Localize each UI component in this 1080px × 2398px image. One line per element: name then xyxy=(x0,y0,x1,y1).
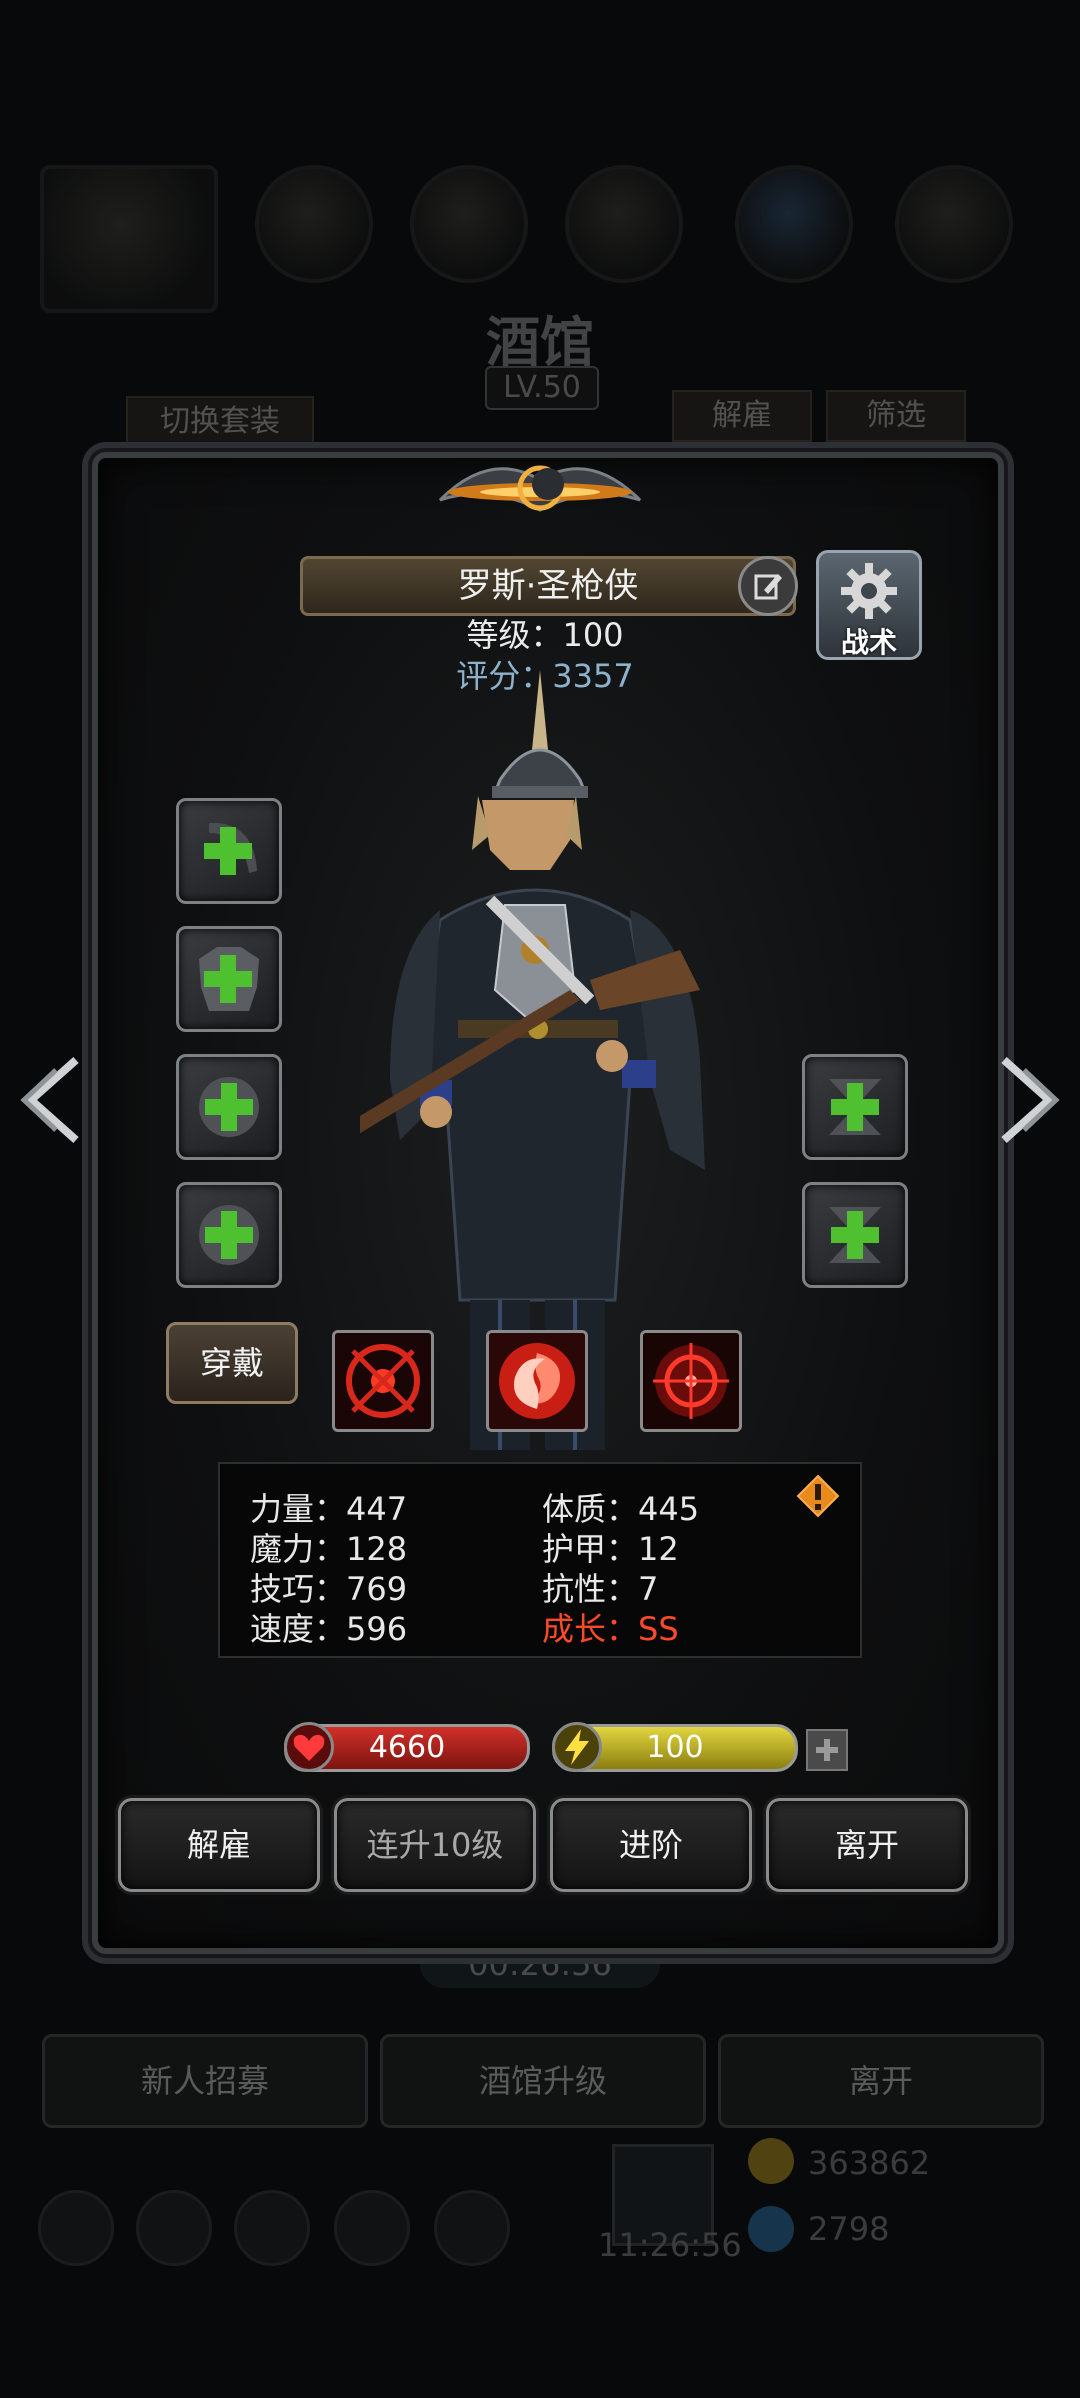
leave-button[interactable]: 离开 xyxy=(766,1798,968,1892)
menu-round-icon xyxy=(895,165,1013,283)
previous-hero-arrow-icon[interactable] xyxy=(16,1050,86,1150)
gold-coin-icon xyxy=(748,2138,794,2184)
gem-icon xyxy=(748,2206,794,2252)
heart-icon xyxy=(284,1722,334,1772)
skill-target-icon[interactable] xyxy=(640,1330,742,1432)
tactics-label: 战术 xyxy=(840,626,897,659)
menu-round-icon xyxy=(735,165,853,283)
tavern-upgrade-button: 酒馆升级 xyxy=(380,2034,706,2128)
skill-vortex-icon[interactable] xyxy=(486,1330,588,1432)
accessory-slot-1[interactable] xyxy=(176,1054,282,1160)
bottom-menu-icon xyxy=(234,2190,310,2266)
avatar-frame-icon xyxy=(40,165,218,313)
ring-silhouette-icon xyxy=(199,1205,259,1265)
bottom-menu-icon xyxy=(38,2190,114,2266)
tavern-level: LV.50 xyxy=(485,366,599,410)
ring-silhouette-icon xyxy=(199,1077,259,1137)
menu-round-icon xyxy=(255,165,373,283)
rune-slot-2[interactable] xyxy=(802,1182,908,1288)
skill-crosshair-icon[interactable] xyxy=(332,1330,434,1432)
bottom-menu-icon xyxy=(136,2190,212,2266)
info-warning-icon[interactable] xyxy=(796,1474,840,1518)
next-hero-arrow-icon[interactable] xyxy=(994,1050,1064,1150)
armor-slot[interactable] xyxy=(176,926,282,1032)
hourglass-plus-icon xyxy=(829,1079,881,1135)
hero-level: 等级：100 xyxy=(466,616,624,654)
accessory-slot-2[interactable] xyxy=(176,1182,282,1288)
armor-silhouette-icon xyxy=(199,947,259,1011)
add-energy-button[interactable] xyxy=(806,1729,848,1771)
weapon-slot[interactable] xyxy=(176,798,282,904)
stat-growth: 成长：SS xyxy=(542,1610,679,1648)
dismiss-tab-button: 解雇 xyxy=(672,390,812,442)
bottom-menu-icon xyxy=(334,2190,410,2266)
wear-equipment-button[interactable]: 穿戴 xyxy=(166,1322,298,1404)
weapon-silhouette-icon xyxy=(204,822,257,875)
edit-pencil-icon xyxy=(754,574,782,600)
lightning-icon xyxy=(552,1722,602,1772)
level-up-10-button[interactable]: 连升10级 xyxy=(334,1798,536,1892)
bottom-clock: 11:26:56 xyxy=(598,2226,742,2264)
tactics-button[interactable]: 战术 xyxy=(816,550,922,660)
panel-crest-ornament xyxy=(438,465,642,512)
menu-round-icon xyxy=(565,165,683,283)
menu-round-icon xyxy=(410,165,528,283)
dismiss-button[interactable]: 解雇 xyxy=(118,1798,320,1892)
gem-amount: 2798 xyxy=(808,2210,890,2248)
advance-button[interactable]: 进阶 xyxy=(550,1798,752,1892)
gold-amount: 363862 xyxy=(808,2144,931,2182)
stat-speed: 速度：596 xyxy=(250,1610,408,1648)
rune-slot-1[interactable] xyxy=(802,1054,908,1160)
hourglass-plus-icon xyxy=(829,1207,881,1263)
stats-panel: 力量：447 体质：445 魔力：128 护甲：12 技巧：769 抗性：7 速… xyxy=(218,1462,862,1658)
gear-icon xyxy=(841,563,897,619)
hero-name: 罗斯·圣枪侠 xyxy=(300,556,796,616)
bottom-menu-icon xyxy=(434,2190,510,2266)
background-leave-button: 离开 xyxy=(718,2034,1044,2128)
switch-outfit-button: 切换套装 xyxy=(126,396,314,448)
rename-button[interactable] xyxy=(738,556,798,616)
filter-button: 筛选 xyxy=(826,390,966,442)
recruit-button: 新人招募 xyxy=(42,2034,368,2128)
plus-icon xyxy=(816,1739,838,1761)
